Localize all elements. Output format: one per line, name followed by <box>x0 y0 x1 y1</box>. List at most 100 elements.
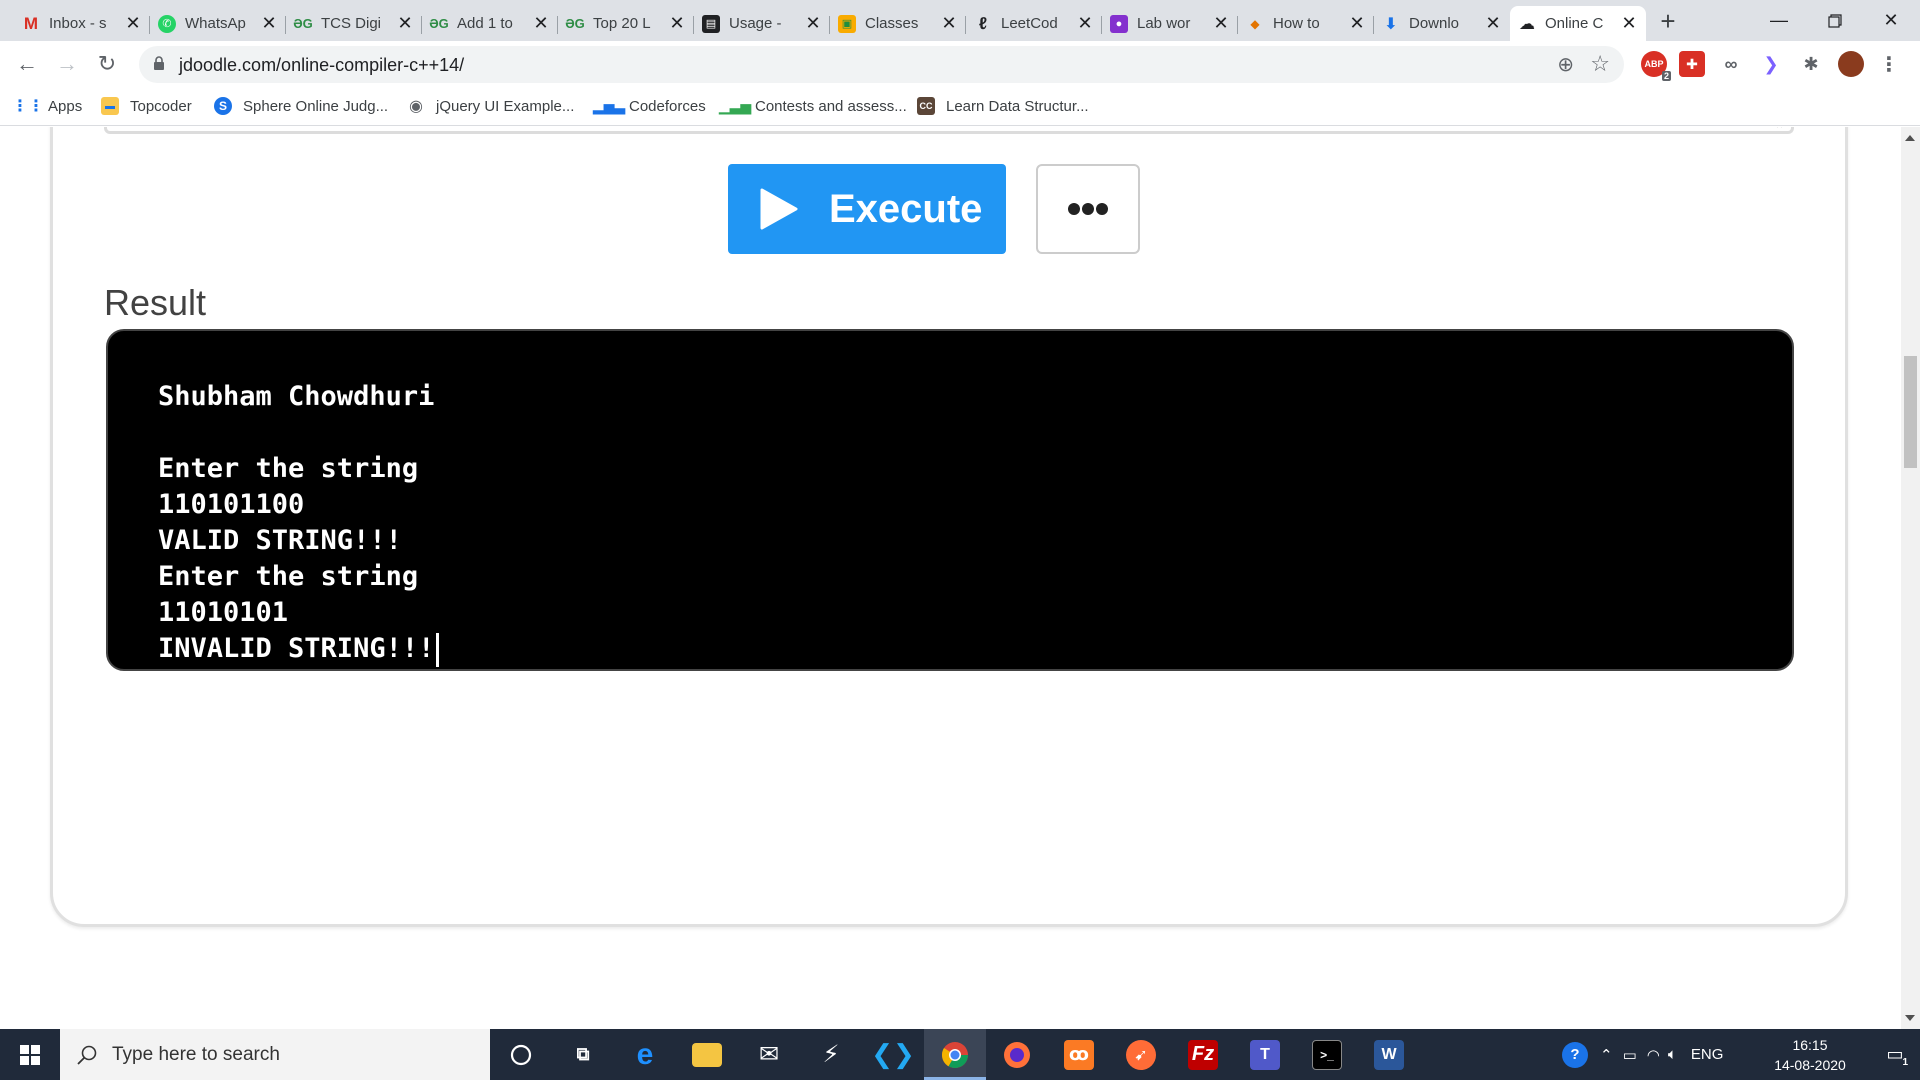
close-tab-icon[interactable]: ✕ <box>1484 13 1502 34</box>
cortana-button[interactable] <box>490 1029 552 1080</box>
bookmark-spoj[interactable]: S Sphere Online Judg... <box>214 97 388 115</box>
restore-icon <box>1828 13 1842 28</box>
close-tab-icon[interactable]: ✕ <box>124 13 142 34</box>
menu-dots-icon[interactable]: ⋮ <box>1876 51 1902 77</box>
start-button[interactable] <box>0 1029 60 1080</box>
edge-button[interactable]: e <box>614 1029 676 1080</box>
zoom-icon[interactable]: ⊕ <box>1557 52 1574 77</box>
word-button[interactable]: W <box>1358 1029 1420 1080</box>
bookmark-codechef[interactable]: CC Learn Data Structur... <box>917 97 1089 115</box>
taskbar-search-input[interactable]: Type here to search <box>60 1029 490 1080</box>
tab-usage[interactable]: ▤ Usage - ✕ <box>694 6 830 41</box>
close-tab-icon[interactable]: ✕ <box>532 13 550 34</box>
close-tab-icon[interactable]: ✕ <box>1212 13 1230 34</box>
language-indicator[interactable]: ENG <box>1691 1046 1724 1063</box>
close-tab-icon[interactable]: ✕ <box>668 13 686 34</box>
page-scrollbar[interactable] <box>1901 127 1920 1029</box>
user-icon: ● <box>1110 14 1128 33</box>
resize-grip-icon[interactable] <box>1775 127 1787 128</box>
stdin-textarea[interactable] <box>104 127 1794 134</box>
tab-title: WhatsAp <box>185 15 246 32</box>
plus-extension-icon[interactable]: ✚ <box>1679 51 1705 77</box>
tab-title: Usage - <box>729 15 782 32</box>
bookmark-star-icon[interactable]: ☆ <box>1590 51 1610 77</box>
restore-button[interactable] <box>1807 0 1863 41</box>
tab-title: Downlo <box>1409 15 1460 32</box>
file-explorer-button[interactable] <box>676 1029 738 1080</box>
tab-leetcode[interactable]: ℓ LeetCod ✕ <box>966 6 1102 41</box>
scroll-down-icon[interactable] <box>1905 1015 1915 1021</box>
filezilla-icon: Fz <box>1188 1039 1218 1070</box>
tab-gmail[interactable]: M Inbox - s ✕ <box>14 6 150 41</box>
bookmark-jquery-ui[interactable]: ◉ jQuery UI Example... <box>407 97 574 116</box>
folder-icon: ▬ <box>101 97 119 115</box>
onedrive-button[interactable]: ⚡ <box>800 1029 862 1080</box>
close-tab-icon[interactable]: ✕ <box>1620 13 1638 34</box>
chrome-button[interactable] <box>924 1029 986 1080</box>
new-tab-button[interactable]: + <box>1652 6 1684 38</box>
link-extension-icon[interactable]: ∞ <box>1718 51 1744 77</box>
clock[interactable]: 16:15 14-08-2020 <box>1765 1035 1855 1075</box>
tab-classes[interactable]: ▣ Classes ✕ <box>830 6 966 41</box>
result-output-panel[interactable]: Shubham Chowdhuri Enter the string 11010… <box>106 329 1794 671</box>
system-tray: ? ⌃ ▭ ◠ 🔈︎ ENG <box>1562 1029 1723 1080</box>
terminal-button[interactable]: >_ <box>1296 1029 1358 1080</box>
wifi-icon[interactable]: ◠ <box>1647 1046 1660 1064</box>
arrow-extension-icon[interactable]: ❯ <box>1758 51 1784 77</box>
tab-how-to[interactable]: ◆ How to ✕ <box>1238 6 1374 41</box>
bookmark-hackerearth[interactable]: ▁▃▅ Contests and assess... <box>719 97 907 115</box>
xampp-button[interactable]: ꝏ <box>1048 1029 1110 1080</box>
scroll-up-icon[interactable] <box>1905 135 1915 141</box>
tab-geeksforgeeks-1[interactable]: ƏG TCS Digi ✕ <box>286 6 422 41</box>
execute-button[interactable]: Execute <box>728 164 1006 254</box>
tab-download[interactable]: ⬇ Downlo ✕ <box>1374 6 1510 41</box>
volume-icon[interactable]: 🔈︎ <box>1668 1046 1677 1063</box>
close-tab-icon[interactable]: ✕ <box>1076 13 1094 34</box>
tab-title: Inbox - s <box>49 15 107 32</box>
close-window-button[interactable]: ✕ <box>1863 0 1919 41</box>
bookmark-topcoder[interactable]: ▬ Topcoder <box>101 97 192 115</box>
address-bar[interactable]: jdoodle.com/online-compiler-c++14/ ⊕ ☆ <box>139 46 1624 83</box>
forward-button[interactable]: → <box>50 47 84 81</box>
file-explorer-icon <box>692 1042 722 1067</box>
tab-geeksforgeeks-2[interactable]: ƏG Add 1 to ✕ <box>422 6 558 41</box>
minimize-button[interactable]: — <box>1751 0 1807 41</box>
firefox-button[interactable] <box>986 1029 1048 1080</box>
url-text[interactable]: jdoodle.com/online-compiler-c++14/ <box>179 55 464 76</box>
close-tab-icon[interactable]: ✕ <box>396 13 414 34</box>
back-button[interactable]: ← <box>10 47 44 81</box>
scroll-thumb[interactable] <box>1904 356 1917 468</box>
close-tab-icon[interactable]: ✕ <box>940 13 958 34</box>
battery-icon[interactable]: ▭ <box>1623 1046 1637 1064</box>
chevron-up-icon[interactable]: ⌃ <box>1600 1046 1613 1064</box>
tab-geeksforgeeks-3[interactable]: ƏG Top 20 L ✕ <box>558 6 694 41</box>
more-options-button[interactable] <box>1036 164 1140 254</box>
tab-whatsapp[interactable]: ✆ WhatsAp ✕ <box>150 6 286 41</box>
avatar[interactable] <box>1838 51 1864 77</box>
tab-lab-work[interactable]: ● Lab wor ✕ <box>1102 6 1238 41</box>
reload-button[interactable]: ↻ <box>90 47 124 81</box>
mail-button[interactable]: ✉ <box>738 1029 800 1080</box>
tab-title: TCS Digi <box>321 15 382 32</box>
help-icon[interactable]: ? <box>1562 1041 1588 1068</box>
page-viewport: Execute Result Shubham Chowdhuri Enter t… <box>0 127 1901 1029</box>
adblock-extension-icon[interactable]: ABP 2 <box>1641 51 1671 81</box>
tab-title: Online C <box>1545 15 1604 32</box>
bookmark-codeforces[interactable]: ▂▅▃ Codeforces <box>593 97 706 115</box>
task-view-button[interactable]: ⧉ <box>552 1029 614 1080</box>
bookmark-apps[interactable]: ⋮⋮ Apps <box>12 97 82 116</box>
tab-jdoodle[interactable]: ☁ Online C ✕ <box>1510 6 1646 41</box>
postman-button[interactable]: ➹ <box>1110 1029 1172 1080</box>
clock-time: 16:15 <box>1792 1037 1828 1053</box>
puzzle-extensions-icon[interactable]: ✱ <box>1798 51 1824 77</box>
teams-button[interactable]: T <box>1234 1029 1296 1080</box>
close-tab-icon[interactable]: ✕ <box>804 13 822 34</box>
close-tab-icon[interactable]: ✕ <box>1348 13 1366 34</box>
notifications-button[interactable]: ▭ 1 <box>1870 1029 1920 1080</box>
vscode-button[interactable]: ❮❯ <box>862 1029 924 1080</box>
task-view-icon: ⧉ <box>576 1044 590 1064</box>
reload-icon: ↻ <box>97 51 117 76</box>
close-tab-icon[interactable]: ✕ <box>260 13 278 34</box>
filezilla-button[interactable]: Fz <box>1172 1029 1234 1080</box>
